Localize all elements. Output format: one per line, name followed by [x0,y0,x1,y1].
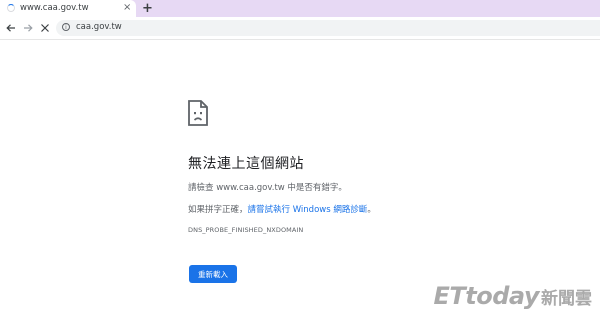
diagnostics-suffix: 。 [367,205,376,215]
tab-title: www.caa.gov.tw [20,3,89,13]
ettoday-watermark: ETtoday 新聞雲 [433,282,592,310]
toolbar: i caa.gov.tw [0,17,600,40]
error-hint-typo: 請檢查 www.caa.gov.tw 中是否有錯字。 [188,183,347,193]
back-button[interactable] [4,21,18,35]
info-icon[interactable]: i [62,23,70,31]
tab-strip: www.caa.gov.tw × + [0,0,600,17]
error-hint-diagnostics: 如果拼字正確，請嘗試執行 Windows 網路診斷。 [188,203,376,215]
stop-button[interactable] [38,21,52,35]
sad-file-icon [188,100,208,126]
tab-close-button[interactable]: × [123,1,131,15]
stop-x-icon [41,24,49,32]
watermark-latin: ETtoday [433,282,539,310]
diagnostics-prefix: 如果拼字正確， [188,205,248,215]
browser-tab[interactable]: www.caa.gov.tw × [0,0,136,17]
reload-button[interactable]: 重新載入 [189,265,237,283]
forward-button[interactable] [21,21,35,35]
new-tab-button[interactable]: + [142,0,153,17]
forward-arrow-icon [24,24,33,32]
address-bar[interactable]: i caa.gov.tw [56,20,600,36]
watermark-cjk: 新聞雲 [541,288,592,309]
error-code: DNS_PROBE_FINISHED_NXDOMAIN [188,226,304,234]
address-url: caa.gov.tw [76,22,122,32]
loading-spinner-icon [7,4,15,12]
error-title: 無法連上這個網站 [188,156,304,172]
network-diagnostics-link[interactable]: 請嘗試執行 Windows 網路診斷 [248,205,368,215]
back-arrow-icon [6,24,15,32]
